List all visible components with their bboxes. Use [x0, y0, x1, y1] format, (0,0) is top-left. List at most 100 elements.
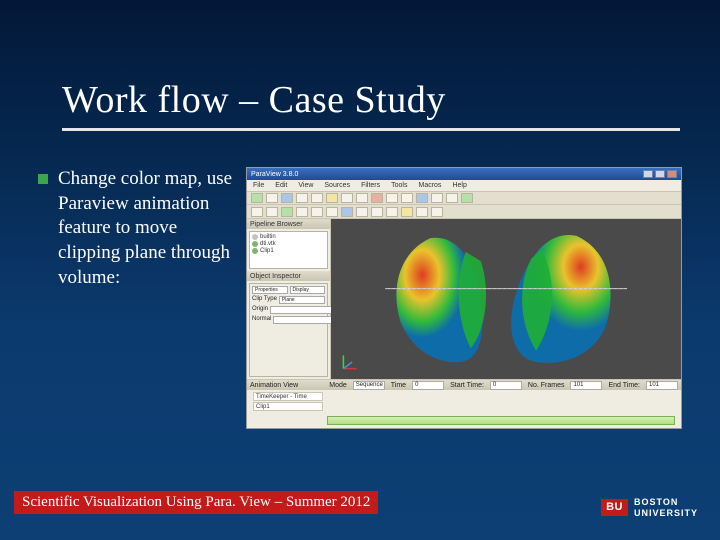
tool-icon[interactable]	[371, 193, 383, 203]
tree-item: dti.vtk	[252, 241, 325, 247]
animation-panel: Animation View Mode Sequence Time 0 Star…	[247, 379, 681, 429]
bu-logo-abbrev: BU	[601, 499, 628, 516]
timeline-track[interactable]	[327, 416, 675, 425]
tree-item: Clip1	[252, 248, 325, 254]
menu-sources[interactable]: Sources	[324, 182, 350, 189]
render-view[interactable]	[331, 219, 681, 379]
tool-icon[interactable]	[356, 193, 368, 203]
bullet-icon	[38, 174, 48, 184]
menu-filters[interactable]: Filters	[361, 182, 380, 189]
axis-icon[interactable]	[401, 207, 413, 217]
tool-icon[interactable]	[416, 207, 428, 217]
tab-properties[interactable]: Properties	[252, 286, 288, 294]
axis-icon[interactable]	[386, 207, 398, 217]
nframes-field[interactable]: 101	[570, 381, 602, 390]
window-buttons	[643, 170, 677, 178]
origin-label: Origin	[252, 306, 268, 314]
track-label[interactable]: TimeKeeper - Time	[253, 392, 323, 401]
menu-view[interactable]: View	[298, 182, 313, 189]
props-panel: Properties Display Clip Type Plane Origi…	[249, 283, 328, 377]
bullet-item: Change color map, use Paraview animation…	[38, 167, 238, 290]
mode-select[interactable]: Sequence	[353, 381, 385, 390]
paraview-titlebar: ParaView 3.8.0	[247, 168, 681, 180]
loop-icon[interactable]	[326, 207, 338, 217]
paraview-main: Pipeline Browser builtin dti.vtk Clip1 O…	[247, 219, 681, 379]
volume-render-icon	[380, 229, 632, 367]
tool-icon[interactable]	[446, 193, 458, 203]
bu-logo: BU BOSTON UNIVERSITY	[601, 497, 698, 518]
redo-icon[interactable]	[311, 193, 323, 203]
maximize-icon[interactable]	[655, 170, 665, 178]
visualization-canvas	[331, 219, 681, 379]
slide-body: Change color map, use Paraview animation…	[38, 167, 690, 429]
tab-display[interactable]: Display	[290, 286, 326, 294]
minimize-icon[interactable]	[643, 170, 653, 178]
animation-tracks: TimeKeeper - Time Clip1	[247, 390, 681, 412]
toolbar-1	[247, 191, 681, 205]
clip-type-label: Clip Type	[252, 296, 277, 304]
camera-icon[interactable]	[341, 207, 353, 217]
undo-icon[interactable]	[296, 193, 308, 203]
time-label: Time	[391, 382, 406, 389]
track-labels: TimeKeeper - Time Clip1	[253, 392, 323, 412]
title-wrap: Work flow – Case Study	[62, 78, 680, 131]
axis-icon[interactable]	[356, 207, 368, 217]
tool-icon[interactable]	[416, 193, 428, 203]
visibility-icon[interactable]	[252, 234, 258, 240]
bu-word2: UNIVERSITY	[634, 508, 698, 518]
tool-icon[interactable]	[401, 193, 413, 203]
tool-icon[interactable]	[431, 193, 443, 203]
mode-label: Mode	[329, 382, 347, 389]
vcr-play-icon[interactable]	[281, 207, 293, 217]
screenshot-column: ParaView 3.8.0 File Edit View Sources Fi…	[238, 167, 690, 429]
save-icon[interactable]	[266, 193, 278, 203]
menu-file[interactable]: File	[253, 182, 264, 189]
vcr-prev-icon[interactable]	[266, 207, 278, 217]
vcr-first-icon[interactable]	[251, 207, 263, 217]
pipeline-header: Pipeline Browser	[247, 219, 330, 229]
menu-macros[interactable]: Macros	[418, 182, 441, 189]
visibility-icon[interactable]	[252, 241, 258, 247]
left-panel: Pipeline Browser builtin dti.vtk Clip1 O…	[247, 219, 331, 379]
normal-label: Normal	[252, 316, 271, 324]
nframes-label: No. Frames	[528, 382, 565, 389]
menu-bar: File Edit View Sources Filters Tools Mac…	[247, 180, 681, 191]
menu-edit[interactable]: Edit	[275, 182, 287, 189]
tool-icon[interactable]	[386, 193, 398, 203]
connect-icon[interactable]	[281, 193, 293, 203]
tool-icon[interactable]	[461, 193, 473, 203]
start-field[interactable]: 0	[490, 381, 522, 390]
paraview-window: ParaView 3.8.0 File Edit View Sources Fi…	[246, 167, 682, 429]
bu-logo-words: BOSTON UNIVERSITY	[634, 497, 698, 518]
footer-label: Scientific Visualization Using Para. Vie…	[14, 491, 378, 514]
tool-icon[interactable]	[326, 193, 338, 203]
tool-icon[interactable]	[431, 207, 443, 217]
visibility-icon[interactable]	[252, 248, 258, 254]
orientation-axes-icon	[339, 351, 361, 373]
toolbar-2	[247, 205, 681, 219]
animation-controls: Mode Sequence Time 0 Start Time: 0 No. F…	[329, 381, 678, 390]
menu-help[interactable]: Help	[452, 182, 466, 189]
axis-icon[interactable]	[371, 207, 383, 217]
clip-type-select[interactable]: Plane	[279, 296, 325, 304]
vcr-next-icon[interactable]	[296, 207, 308, 217]
tree-item: builtin	[252, 234, 325, 240]
paraview-title: ParaView 3.8.0	[251, 171, 298, 178]
slide-title: Work flow – Case Study	[62, 78, 680, 131]
pipeline-tree[interactable]: builtin dti.vtk Clip1	[249, 231, 328, 269]
bullet-column: Change color map, use Paraview animation…	[38, 167, 238, 429]
animation-title: Animation View	[250, 382, 298, 389]
animation-header: Animation View Mode Sequence Time 0 Star…	[247, 380, 681, 390]
slide: Work flow – Case Study Change color map,…	[0, 0, 720, 540]
vcr-last-icon[interactable]	[311, 207, 323, 217]
bullet-text: Change color map, use Paraview animation…	[58, 167, 238, 290]
time-field[interactable]: 0	[412, 381, 444, 390]
close-icon[interactable]	[667, 170, 677, 178]
end-field[interactable]: 101	[646, 381, 678, 390]
open-icon[interactable]	[251, 193, 263, 203]
menu-tools[interactable]: Tools	[391, 182, 407, 189]
props-header: Object Inspector	[247, 271, 330, 281]
track-label[interactable]: Clip1	[253, 402, 323, 411]
end-label: End Time:	[608, 382, 640, 389]
tool-icon[interactable]	[341, 193, 353, 203]
